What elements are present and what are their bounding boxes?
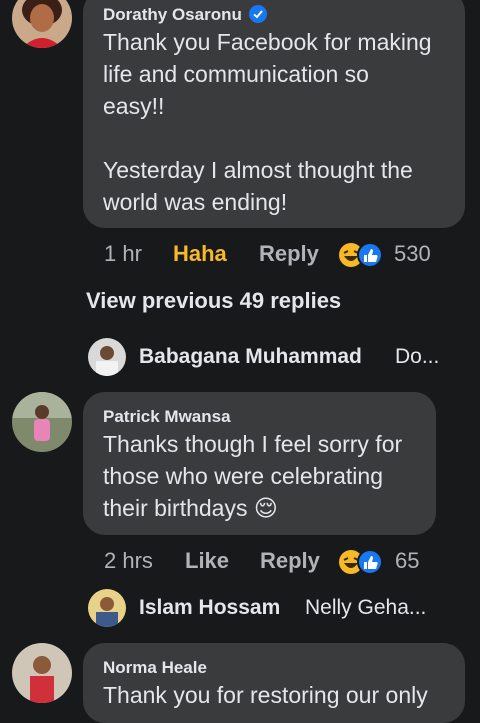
avatar-babagana[interactable] (88, 338, 126, 376)
like-button[interactable]: Like (185, 548, 229, 574)
haha-reaction-button[interactable]: Haha (173, 241, 227, 267)
comment-text: Thanks though I feel sorry for those who… (103, 431, 403, 521)
reaction-count: 65 (395, 548, 420, 573)
reply-author[interactable]: Babagana Muhammad (139, 345, 362, 369)
reaction-icons[interactable] (338, 548, 384, 576)
comment-text: Thank you for restoring our only (103, 682, 428, 708)
avatar-patrick[interactable] (12, 392, 72, 452)
reply-snippet[interactable]: Do... (395, 345, 439, 369)
reply-button[interactable]: Reply (259, 241, 319, 267)
comment-time: 2 hrs (104, 548, 153, 573)
comment-bubble-dorathy[interactable]: Dorathy Osaronu Thank you Facebook for m… (83, 0, 465, 228)
comment-author[interactable]: Dorathy Osaronu (103, 5, 242, 25)
relieved-emoji-icon: 😌 (253, 495, 278, 521)
comment-author[interactable]: Norma Heale (103, 658, 207, 678)
avatar-islam[interactable] (88, 589, 126, 627)
reaction-icons[interactable] (338, 241, 384, 269)
avatar-norma[interactable] (12, 643, 72, 703)
haha-emoji-icon (339, 242, 383, 268)
verified-badge-icon (249, 5, 267, 23)
avatar-dorathy[interactable] (12, 0, 72, 48)
reply-button[interactable]: Reply (260, 548, 320, 574)
reaction-count: 530 (394, 241, 431, 266)
reply-author[interactable]: Islam Hossam (139, 596, 280, 620)
view-previous-replies-link[interactable]: View previous 49 replies (86, 288, 341, 314)
comment-author[interactable]: Patrick Mwansa (103, 407, 231, 427)
haha-emoji-icon (339, 549, 383, 575)
comment-bubble-patrick[interactable]: Patrick Mwansa Thanks though I feel sorr… (83, 392, 436, 535)
comment-time: 1 hr (104, 241, 142, 266)
comment-bubble-norma[interactable]: Norma Heale Thank you for restoring our … (83, 643, 465, 723)
comment-text: Thank you Facebook for making life and c… (103, 29, 432, 215)
reply-snippet[interactable]: Nelly Geha... (305, 596, 426, 620)
